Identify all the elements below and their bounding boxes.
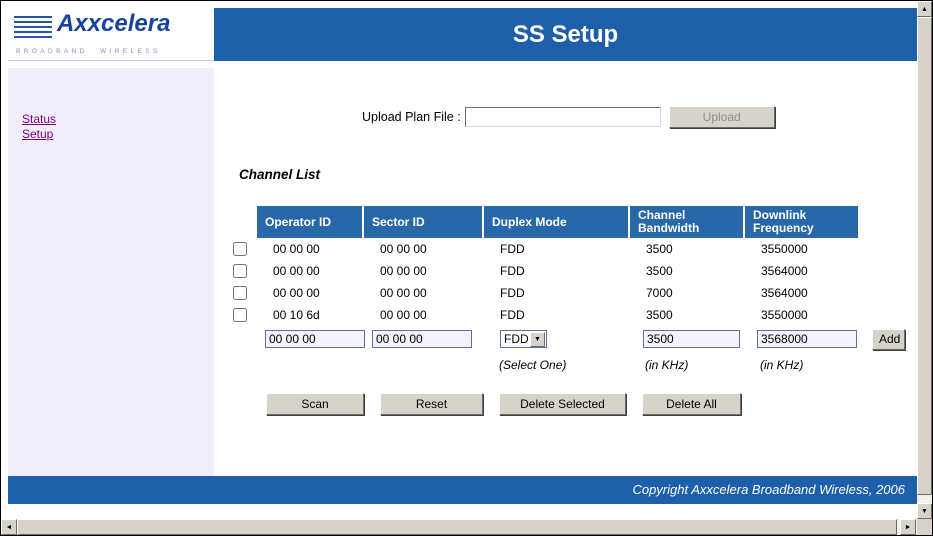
channel-list-heading: Channel List: [239, 167, 321, 182]
cell-downlink-frequency: 3550000: [761, 242, 808, 256]
upload-plan-file-input[interactable]: [464, 107, 661, 127]
row-checkbox[interactable]: [233, 242, 247, 256]
scrollbar-corner: [917, 519, 932, 535]
cell-operator-id: 00 00 00: [273, 286, 320, 300]
column-header-sector-id: Sector ID: [364, 206, 484, 238]
table-row: 00 00 00 00 00 00 FDD 3500 3550000: [233, 238, 905, 260]
cell-downlink-frequency: 3564000: [761, 286, 808, 300]
vertical-scrollbar[interactable]: ▲ ▼: [917, 1, 932, 519]
ss-setup-window: Axxcelera BROADBAND WIRELESS SS Setup St…: [0, 0, 933, 536]
sidebar-link-setup[interactable]: Setup: [22, 127, 214, 142]
cell-operator-id: 00 00 00: [273, 242, 320, 256]
row-checkbox[interactable]: [233, 264, 247, 278]
action-buttons-row: Scan Reset Delete Selected Delete All: [266, 393, 741, 415]
logo-brand-text: Axxcelera: [52, 10, 176, 38]
field-hints-row: (Select One) (in KHz) (in KHz): [233, 358, 905, 372]
horizontal-scrollbar[interactable]: ◄ ►: [1, 519, 917, 535]
table-row: 00 10 6d 00 00 00 FDD 3500 3550000: [233, 304, 905, 326]
duplex-mode-hint: (Select One): [499, 358, 567, 372]
channel-bandwidth-hint: (in KHz): [645, 358, 689, 372]
column-header-duplex-mode: Duplex Mode: [484, 206, 630, 238]
channel-bandwidth-input[interactable]: [643, 330, 740, 348]
page-title: SS Setup: [512, 21, 619, 48]
vertical-scrollbar-thumb[interactable]: [917, 17, 932, 495]
cell-channel-bandwidth: 3500: [646, 242, 673, 256]
duplex-mode-selected-value: FDD: [504, 332, 529, 346]
cell-operator-id: 00 10 6d: [273, 308, 320, 322]
scroll-left-icon[interactable]: ◄: [1, 519, 17, 535]
cell-channel-bandwidth: 3500: [646, 264, 673, 278]
axxcelera-logo: Axxcelera BROADBAND WIRELESS: [8, 8, 214, 61]
cell-sector-id: 00 00 00: [380, 308, 427, 322]
scroll-right-icon[interactable]: ►: [900, 519, 916, 535]
page-header: SS Setup: [214, 8, 917, 61]
cell-duplex-mode: FDD: [500, 242, 525, 256]
sector-id-input[interactable]: [372, 330, 472, 348]
column-header-channel-bandwidth: Channel Bandwidth: [630, 206, 745, 238]
sidebar-link-status[interactable]: Status: [22, 112, 214, 127]
cell-operator-id: 00 00 00: [273, 264, 320, 278]
cell-duplex-mode: FDD: [500, 286, 525, 300]
upload-button[interactable]: Upload: [668, 106, 775, 128]
reset-button[interactable]: Reset: [380, 393, 483, 415]
scan-button[interactable]: Scan: [266, 393, 364, 415]
cell-duplex-mode: FDD: [500, 308, 525, 322]
table-row: 00 00 00 00 00 00 FDD 3500 3564000: [233, 260, 905, 282]
copyright-text: Copyright Axxcelera Broadband Wireless, …: [632, 482, 905, 497]
upload-plan-file-label: Upload Plan File :: [362, 110, 461, 124]
column-header-downlink-frequency: Downlink Frequency: [745, 206, 860, 238]
cell-downlink-frequency: 3550000: [761, 308, 808, 322]
operator-id-input[interactable]: [265, 330, 365, 348]
cell-downlink-frequency: 3564000: [761, 264, 808, 278]
duplex-mode-select[interactable]: FDD ▼: [500, 330, 547, 348]
add-button[interactable]: Add: [872, 328, 905, 350]
add-channel-row: FDD ▼ Add: [233, 327, 905, 351]
channel-table: Operator ID Sector ID Duplex Mode Channe…: [233, 206, 905, 372]
row-checkbox[interactable]: [233, 286, 247, 300]
sidebar: Status Setup: [8, 68, 214, 476]
cell-channel-bandwidth: 3500: [646, 308, 673, 322]
cell-sector-id: 00 00 00: [380, 264, 427, 278]
channel-table-header: Operator ID Sector ID Duplex Mode Channe…: [257, 206, 905, 238]
column-header-operator-id: Operator ID: [257, 206, 364, 238]
logo-tagline: BROADBAND WIRELESS: [16, 48, 161, 55]
downlink-frequency-hint: (in KHz): [760, 358, 804, 372]
chevron-down-icon[interactable]: ▼: [530, 331, 545, 347]
footer-bar: Copyright Axxcelera Broadband Wireless, …: [8, 476, 917, 504]
delete-all-button[interactable]: Delete All: [642, 393, 741, 415]
horizontal-scrollbar-thumb[interactable]: [17, 519, 897, 535]
cell-duplex-mode: FDD: [500, 264, 525, 278]
table-row: 00 00 00 00 00 00 FDD 7000 3564000: [233, 282, 905, 304]
cell-sector-id: 00 00 00: [380, 286, 427, 300]
delete-selected-button[interactable]: Delete Selected: [499, 393, 626, 415]
scroll-down-icon[interactable]: ▼: [917, 503, 932, 519]
downlink-frequency-input[interactable]: [757, 330, 857, 348]
cell-channel-bandwidth: 7000: [646, 286, 673, 300]
upload-plan-file-row: Upload Plan File : Upload: [362, 106, 775, 128]
scroll-up-icon[interactable]: ▲: [917, 1, 932, 17]
row-checkbox[interactable]: [233, 308, 247, 322]
cell-sector-id: 00 00 00: [380, 242, 427, 256]
